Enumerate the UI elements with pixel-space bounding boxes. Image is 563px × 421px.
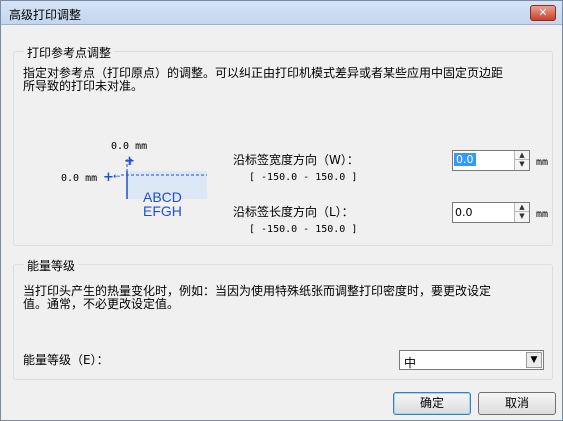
reference-diagram: 0.0 mm 0.0 mm + + ↑ ← ABCD EFGH [61,89,221,218]
width-direction-value[interactable]: 0.0 [454,153,476,166]
width-direction-spinner[interactable]: 0.0 ▲ ▼ [452,150,530,171]
length-spin-buttons[interactable]: ▲ ▼ [514,203,529,222]
length-direction-label: 沿标签长度方向（L）： [233,205,354,219]
reference-group-title: 打印参考点调整 [24,44,115,61]
chevron-down-icon[interactable]: ▼ [526,352,542,368]
energy-group-title: 能量等级 [24,257,79,274]
svg-text:←: ← [113,172,121,182]
spin-down-icon[interactable]: ▼ [515,212,529,221]
window-title: 高级打印调整 [9,8,82,22]
spin-up-icon[interactable]: ▲ [515,203,529,212]
energy-level-label: 能量等级（E）： [23,353,109,367]
length-direction-range: [ -150.0 - 150.0 ] [249,224,358,235]
energy-description-line2: 值。通常，不必更改设定值。 [23,297,180,311]
width-direction-unit: mm [536,157,549,168]
dialog-window: 高级打印调整 ✕ 打印参考点调整 指定对参考点（打印原点）的调整。可以纠正由打印… [0,0,563,421]
spin-up-icon[interactable]: ▲ [515,151,529,160]
length-direction-value[interactable]: 0.0 [455,206,473,219]
ok-button[interactable]: 确定 [393,392,471,415]
length-direction-unit: mm [536,209,549,220]
svg-text:↑: ↑ [127,158,135,168]
energy-level-value[interactable]: 中 [404,354,416,371]
title-bar: 高级打印调整 ✕ [1,1,562,25]
cancel-button[interactable]: 取消 [478,392,556,415]
diagram-label-line1: ABCD [143,189,182,205]
close-button[interactable]: ✕ [530,5,556,21]
energy-level-select[interactable]: 中 ▼ [399,350,544,370]
width-spin-buttons[interactable]: ▲ ▼ [514,151,529,170]
diagram-graphic: + + ↑ ← [103,154,207,199]
length-direction-spinner[interactable]: 0.0 ▲ ▼ [452,202,530,223]
diagram-label-line2: EFGH [143,203,182,219]
width-direction-range: [ -150.0 - 150.0 ] [249,172,358,183]
width-direction-label: 沿标签宽度方向（W）： [233,153,359,167]
spin-down-icon[interactable]: ▼ [515,160,529,169]
